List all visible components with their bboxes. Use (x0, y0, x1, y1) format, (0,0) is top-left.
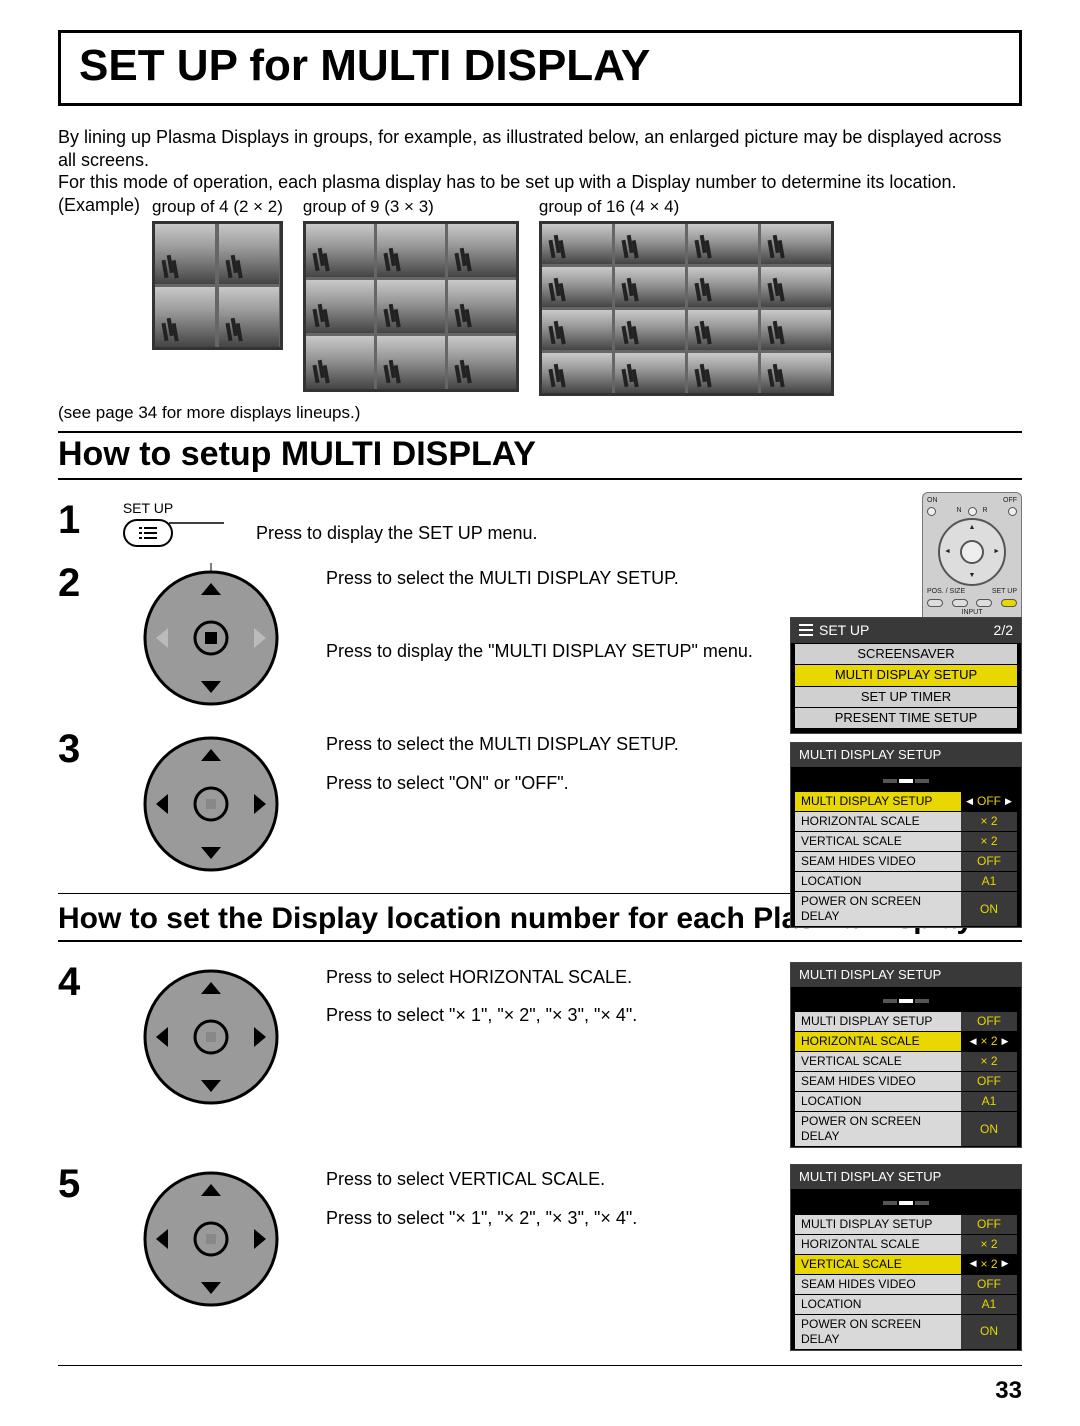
osd-row-value: × 2 (980, 1054, 997, 1069)
step-1-text: Press to display the SET UP menu. (256, 522, 1022, 545)
osd-row-label: HORIZONTAL SCALE (795, 1235, 961, 1254)
example-label: (Example) (58, 194, 140, 217)
osd-item-multi-display-setup: MULTI DISPLAY SETUP (795, 665, 1017, 685)
osd-row-value: × 2 (980, 1257, 997, 1272)
osd-mds-title: MULTI DISPLAY SETUP (791, 963, 1021, 987)
list-icon (123, 519, 173, 547)
osd-row-value: × 2 (980, 834, 997, 849)
osd-row-value: OFF (977, 1277, 1001, 1292)
osd-row-label: POWER ON SCREEN DELAY (795, 1112, 961, 1146)
osd-row-value: OFF (977, 1074, 1001, 1089)
osd-row-label: SEAM HIDES VIDEO (795, 1072, 961, 1091)
osd-row-value: OFF (977, 1014, 1001, 1029)
setup-button-label: SET UP (123, 500, 173, 518)
osd-mds-title: MULTI DISPLAY SETUP (791, 1165, 1021, 1189)
step-number: 1 (58, 500, 96, 540)
step-5: 5 Press to select VERTICAL SCALE. Press … (58, 1156, 1022, 1359)
osd-row-label: VERTICAL SCALE (795, 1255, 961, 1274)
osd-row-value: A1 (982, 1094, 997, 1109)
triangle-right-icon: ▶ (1002, 1036, 1009, 1047)
osd-mds-menu-3: MULTI DISPLAY SETUP MULTI DISPLAY SETUP O… (790, 1164, 1022, 1351)
osd-item-screensaver: SCREENSAVER (795, 644, 1017, 664)
page-number: 33 (58, 1376, 1022, 1406)
osd-row-label: MULTI DISPLAY SETUP (795, 792, 961, 811)
osd-row-value: OFF (977, 1217, 1001, 1232)
osd-row-label: POWER ON SCREEN DELAY (795, 1315, 961, 1349)
osd-row-label: LOCATION (795, 872, 961, 891)
osd-setup-menu: SET UP 2/2 SCREENSAVER MULTI DISPLAY SET… (790, 617, 1022, 735)
dpad-all-icon (136, 729, 286, 879)
group-16: group of 16 (4 × 4) (539, 196, 834, 396)
osd-row-value: A1 (982, 874, 997, 889)
dpad-all-icon (136, 962, 286, 1112)
mode-note: For this mode of operation, each plasma … (58, 171, 1022, 194)
osd-row-label: SEAM HIDES VIDEO (795, 1275, 961, 1294)
group-9: group of 9 (3 × 3) (303, 196, 519, 392)
osd-row-label: LOCATION (795, 1092, 961, 1111)
osd-row-value: OFF (977, 854, 1001, 869)
step-4: 4 Press to select HORIZONTAL SCALE. Pres… (58, 954, 1022, 1157)
divider (58, 940, 1022, 942)
triangle-left-icon: ◀ (970, 1036, 977, 1047)
group-16-label: group of 16 (4 × 4) (539, 196, 834, 217)
osd-item-setup-timer: SET UP TIMER (795, 687, 1017, 707)
osd-row-value: × 2 (980, 1237, 997, 1252)
group-4: group of 4 (2 × 2) (152, 196, 283, 350)
osd-row-value: ON (980, 1324, 998, 1339)
section1-title: How to setup MULTI DISPLAY (58, 433, 1022, 476)
osd-row-value: OFF (977, 794, 1001, 809)
step-4-text-b: Press to select "× 1", "× 2", "× 3", "× … (326, 1004, 770, 1027)
step-number: 4 (58, 962, 96, 1002)
step-number: 2 (58, 563, 96, 603)
hamburger-icon: SET UP (799, 622, 869, 640)
divider (58, 1365, 1022, 1366)
osd-mds-title: MULTI DISPLAY SETUP (791, 743, 1021, 767)
see-page-note: (see page 34 for more displays lineups.) (58, 402, 1022, 423)
group-9-label: group of 9 (3 × 3) (303, 196, 519, 217)
osd-row-label: HORIZONTAL SCALE (795, 812, 961, 831)
osd-row-value: × 2 (980, 814, 997, 829)
osd-row-label: LOCATION (795, 1295, 961, 1314)
triangle-right-icon: ▶ (1005, 796, 1012, 807)
step-5-text-b: Press to select "× 1", "× 2", "× 3", "× … (326, 1207, 770, 1230)
osd-row-value: × 2 (980, 1034, 997, 1049)
osd-row-value: ON (980, 1122, 998, 1137)
step-2-text-a: Press to select the MULTI DISPLAY SETUP. (326, 567, 1022, 590)
osd-row-label: MULTI DISPLAY SETUP (795, 1215, 961, 1234)
osd-mds-menu-1: MULTI DISPLAY SETUP MULTI DISPLAY SETUP ◀… (790, 742, 1022, 929)
divider (58, 478, 1022, 480)
osd-row-value: ON (980, 902, 998, 917)
triangle-right-icon: ▶ (1002, 1258, 1009, 1269)
dpad-all-icon (136, 1164, 286, 1314)
osd-page-indicator: 2/2 (994, 622, 1013, 640)
step-4-text-a: Press to select HORIZONTAL SCALE. (326, 966, 770, 989)
page-title-box: SET UP for MULTI DISPLAY (58, 30, 1022, 106)
step-number: 5 (58, 1164, 96, 1204)
osd-row-label: HORIZONTAL SCALE (795, 1032, 961, 1051)
setup-button-graphic: SET UP (123, 500, 173, 548)
triangle-left-icon: ◀ (970, 1258, 977, 1269)
intro-text: By lining up Plasma Displays in groups, … (58, 126, 1022, 171)
group-4-label: group of 4 (2 × 2) (152, 196, 283, 217)
osd-row-label: VERTICAL SCALE (795, 1052, 961, 1071)
osd-mds-menu-2: MULTI DISPLAY SETUP MULTI DISPLAY SETUP O… (790, 962, 1022, 1149)
osd-row-label: MULTI DISPLAY SETUP (795, 1012, 961, 1031)
step-1: 1 SET UP Press to display the SET UP men… (58, 492, 1022, 556)
osd-row-value: A1 (982, 1297, 997, 1312)
step-number: 3 (58, 729, 96, 769)
step-5-text-a: Press to select VERTICAL SCALE. (326, 1168, 770, 1191)
osd-row-label: VERTICAL SCALE (795, 832, 961, 851)
osd-row-label: POWER ON SCREEN DELAY (795, 892, 961, 926)
osd-row-label: SEAM HIDES VIDEO (795, 852, 961, 871)
page-title: SET UP for MULTI DISPLAY (79, 38, 1001, 93)
osd-setup-title: SET UP (819, 622, 869, 640)
triangle-left-icon: ◀ (966, 796, 973, 807)
dpad-up-down-icon (136, 563, 286, 713)
